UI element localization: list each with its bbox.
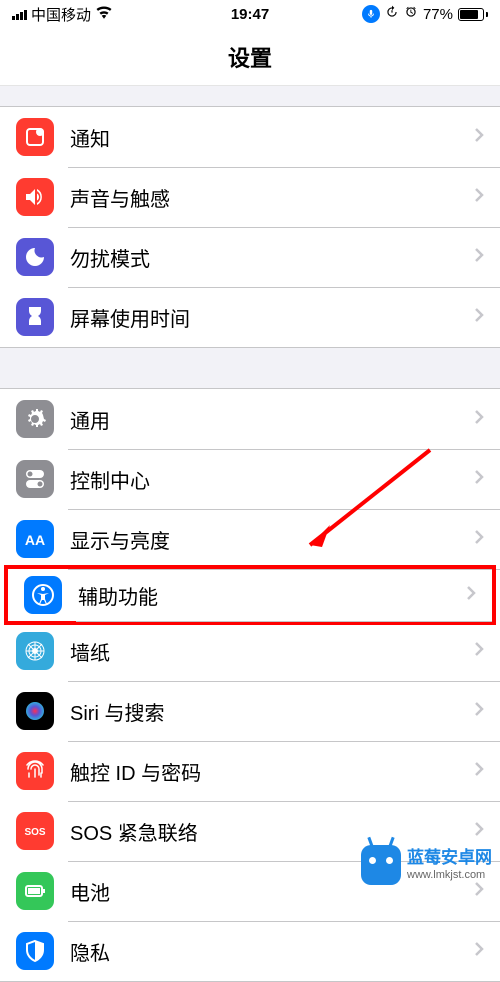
battery-icon	[458, 8, 488, 21]
settings-row-notifications[interactable]: 通知	[0, 107, 500, 167]
watermark-url: www.lmkjst.com	[407, 869, 492, 882]
chevron-right-icon	[466, 585, 476, 606]
row-label: 控制中心	[70, 465, 474, 494]
siri-icon	[16, 692, 54, 730]
voice-icon	[362, 5, 380, 23]
svg-text:AA: AA	[25, 532, 45, 548]
alarm-icon	[404, 5, 418, 23]
settings-row-accessibility[interactable]: 辅助功能	[4, 565, 496, 625]
chevron-right-icon	[474, 127, 484, 148]
wallpaper-icon	[16, 632, 54, 670]
chevron-right-icon	[474, 409, 484, 430]
chevron-right-icon	[474, 469, 484, 490]
settings-group-1: 通知 声音与触感 勿扰模式 屏幕使用时间	[0, 106, 500, 348]
settings-group-2: 通用 控制中心 AA 显示与亮度 辅助功能 墙纸 Siri 与搜索 触控 ID …	[0, 388, 500, 982]
svg-text:SOS: SOS	[24, 827, 45, 838]
watermark-logo	[361, 845, 401, 885]
row-label: 屏幕使用时间	[70, 303, 474, 332]
watermark-name: 蓝莓安卓网	[407, 848, 492, 868]
settings-row-dnd[interactable]: 勿扰模式	[0, 227, 500, 287]
dnd-icon	[16, 238, 54, 276]
sound-icon	[16, 178, 54, 216]
settings-row-touchid[interactable]: 触控 ID 与密码	[0, 741, 500, 801]
display-icon: AA	[16, 520, 54, 558]
row-label: 触控 ID 与密码	[70, 757, 474, 786]
row-label: 隐私	[70, 937, 474, 966]
settings-row-siri[interactable]: Siri 与搜索	[0, 681, 500, 741]
notifications-icon	[16, 118, 54, 156]
row-label: 声音与触感	[70, 183, 474, 212]
status-time: 19:47	[231, 6, 269, 23]
row-label: 勿扰模式	[70, 243, 474, 272]
accessibility-icon	[24, 576, 62, 614]
row-label: SOS 紧急联络	[70, 817, 474, 846]
chevron-right-icon	[474, 529, 484, 550]
orientation-lock-icon	[385, 5, 399, 23]
settings-row-control[interactable]: 控制中心	[0, 449, 500, 509]
settings-row-general[interactable]: 通用	[0, 389, 500, 449]
screentime-icon	[16, 298, 54, 336]
row-label: 通知	[70, 123, 474, 152]
row-label: 墙纸	[70, 637, 474, 666]
row-label: 显示与亮度	[70, 525, 474, 554]
header: 设置	[0, 28, 500, 86]
chevron-right-icon	[474, 761, 484, 782]
status-bar: 中国移动 19:47 77%	[0, 0, 500, 28]
settings-row-sound[interactable]: 声音与触感	[0, 167, 500, 227]
chevron-right-icon	[474, 247, 484, 268]
battery-icon	[16, 872, 54, 910]
chevron-right-icon	[474, 307, 484, 328]
settings-row-wallpaper[interactable]: 墙纸	[0, 621, 500, 681]
settings-row-privacy[interactable]: 隐私	[0, 921, 500, 981]
chevron-right-icon	[474, 701, 484, 722]
chevron-right-icon	[474, 821, 484, 842]
wifi-icon	[95, 5, 113, 23]
touchid-icon	[16, 752, 54, 790]
page-title: 设置	[228, 41, 272, 73]
carrier-label: 中国移动	[31, 4, 91, 25]
sos-icon: SOS	[16, 812, 54, 850]
privacy-icon	[16, 932, 54, 970]
watermark: 蓝莓安卓网 www.lmkjst.com	[361, 845, 492, 885]
row-label: Siri 与搜索	[70, 697, 474, 726]
chevron-right-icon	[474, 641, 484, 662]
chevron-right-icon	[474, 187, 484, 208]
general-icon	[16, 400, 54, 438]
settings-row-screentime[interactable]: 屏幕使用时间	[0, 287, 500, 347]
settings-row-display[interactable]: AA 显示与亮度	[0, 509, 500, 569]
battery-pct: 77%	[423, 6, 453, 23]
chevron-right-icon	[474, 941, 484, 962]
row-label: 通用	[70, 405, 474, 434]
control-icon	[16, 460, 54, 498]
row-label: 辅助功能	[78, 581, 466, 610]
signal-icon	[12, 8, 27, 20]
